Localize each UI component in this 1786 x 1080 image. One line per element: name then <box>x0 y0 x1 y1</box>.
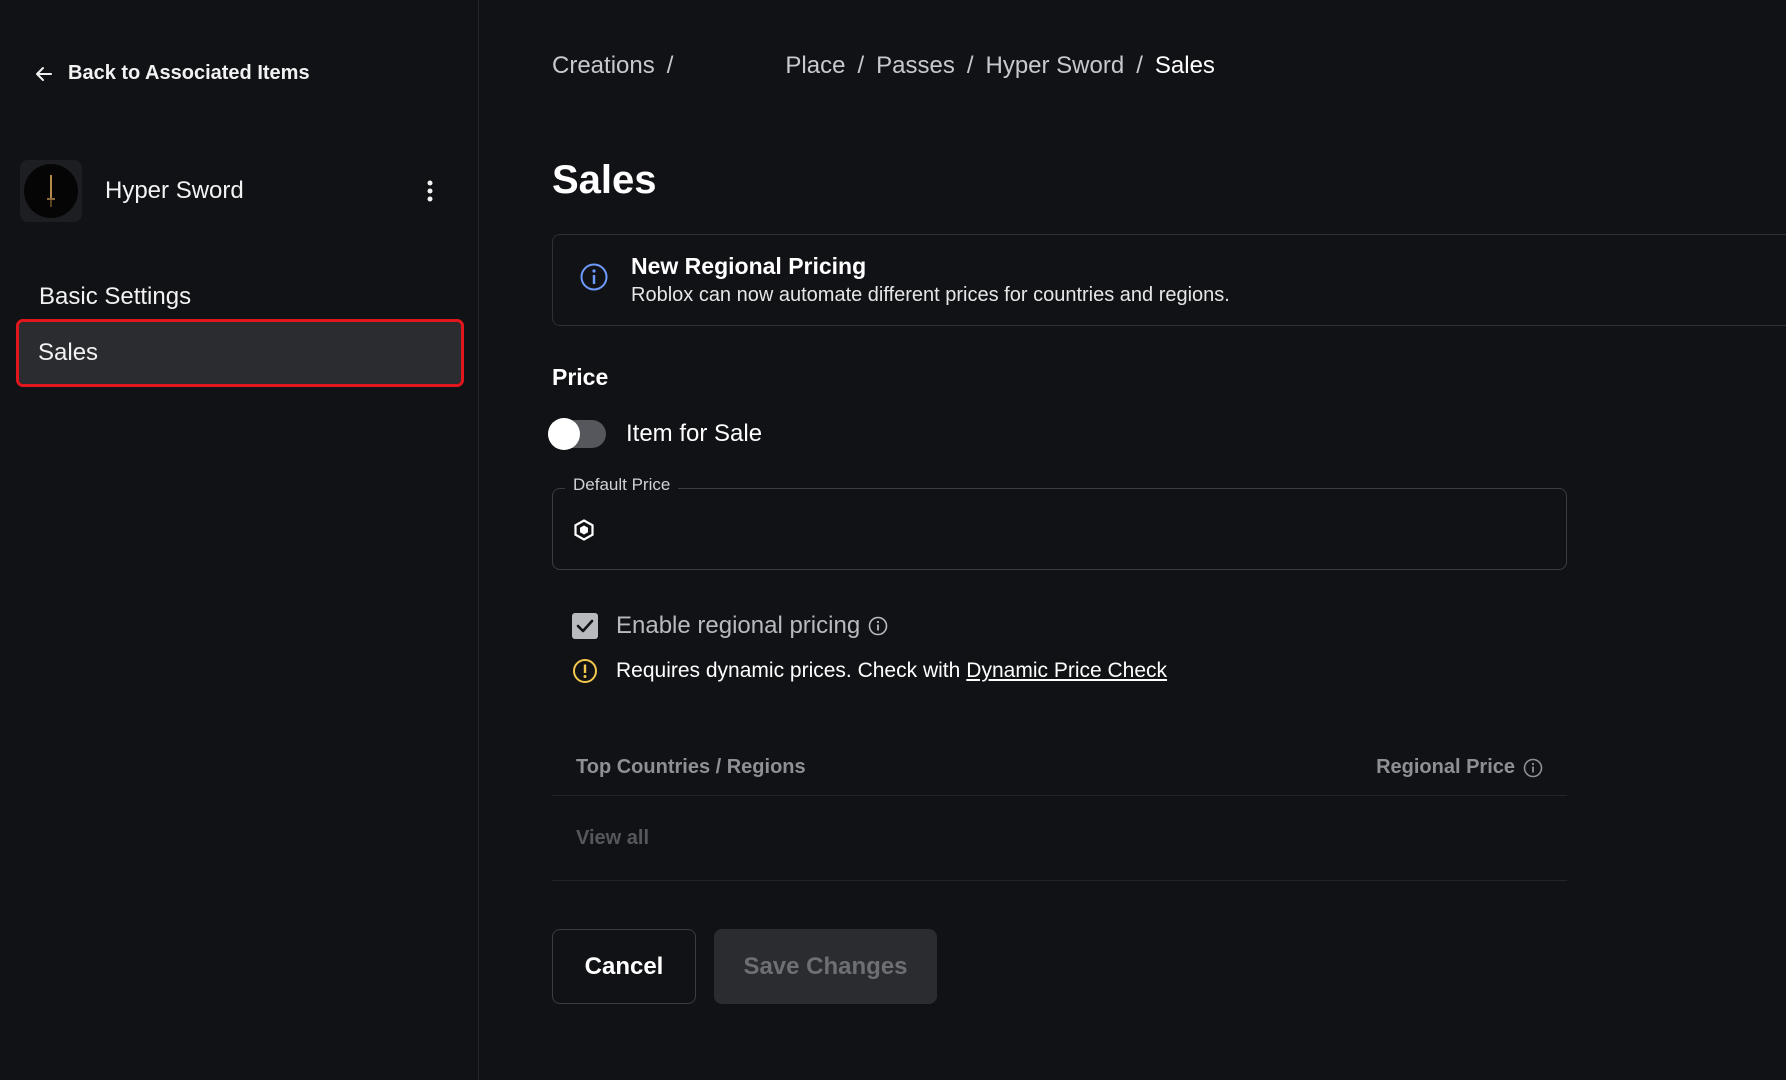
view-all-link[interactable]: View all <box>576 827 649 850</box>
regional-price-label: Regional Price <box>1376 756 1515 778</box>
breadcrumb: Creations / Place / Passes / Hyper Sword… <box>552 52 1215 80</box>
column-header-countries: Top Countries / Regions <box>576 756 806 778</box>
table-row: View all <box>552 797 1567 881</box>
item-for-sale-row: Item for Sale <box>548 418 763 450</box>
regional-pricing-row: Enable regional pricing <box>572 612 888 640</box>
breadcrumb-hyper-sword[interactable]: Hyper Sword <box>985 52 1124 80</box>
robux-icon <box>574 519 594 541</box>
breadcrumb-separator: / <box>666 52 674 79</box>
item-name: Hyper Sword <box>105 177 244 204</box>
save-changes-button[interactable]: Save Changes <box>714 929 937 1004</box>
price-section-label: Price <box>552 364 609 390</box>
warning-icon <box>573 659 597 683</box>
back-link-label: Back to Associated Items <box>68 62 310 84</box>
cancel-button[interactable]: Cancel <box>552 929 696 1004</box>
item-thumbnail <box>20 160 82 222</box>
item-for-sale-toggle[interactable] <box>548 418 606 450</box>
arrow-left-icon <box>36 66 52 81</box>
item-header: Hyper Sword <box>20 160 450 222</box>
breadcrumb-creations[interactable]: Creations <box>552 52 655 80</box>
breadcrumb-place[interactable]: Place <box>785 52 845 80</box>
regional-table-header: Top Countries / Regions Regional Price <box>552 740 1567 796</box>
column-header-regional-price: Regional Price <box>1376 756 1543 779</box>
regional-pricing-banner: New Regional Pricing Roblox can now auto… <box>552 234 1786 326</box>
default-price-field: Default Price <box>552 475 1567 570</box>
main-content: Creations / Place / Passes / Hyper Sword… <box>548 0 1786 1080</box>
banner-title: New Regional Pricing <box>631 253 867 279</box>
sidebar-item-basic-settings[interactable]: Basic Settings <box>20 268 460 326</box>
sidebar-item-sales[interactable]: Sales <box>16 319 464 387</box>
page-title: Sales <box>552 158 657 202</box>
dynamic-price-warning: Requires dynamic prices. Check with Dynam… <box>572 658 1167 684</box>
banner-text: Roblox can now automate different prices… <box>631 284 1230 306</box>
breadcrumb-sales: Sales <box>1154 52 1215 79</box>
more-options-button[interactable] <box>418 171 442 211</box>
sidebar: Back to Associated Items Hyper Sword Bas… <box>0 0 479 1080</box>
app: Back to Associated Items Hyper Sword Bas… <box>0 0 1786 1080</box>
info-icon <box>580 263 608 291</box>
breadcrumb-separator: / <box>857 52 865 79</box>
sword-icon <box>47 175 55 207</box>
breadcrumb-separator: / <box>966 52 974 79</box>
more-vertical-icon <box>427 180 433 202</box>
enable-regional-pricing-label: Enable regional pricing <box>616 612 861 639</box>
checkmark-icon <box>576 619 594 633</box>
breadcrumb-separator: / <box>1136 52 1143 79</box>
toggle-knob <box>548 418 580 450</box>
info-icon[interactable] <box>1523 758 1543 778</box>
warning-message: Requires dynamic prices. Check with <box>616 659 961 682</box>
enable-regional-pricing-checkbox[interactable] <box>572 613 598 639</box>
default-price-label: Default Price <box>565 475 679 495</box>
dynamic-price-check-link[interactable]: Dynamic Price Check <box>966 659 1167 682</box>
breadcrumb-passes[interactable]: Passes <box>876 52 955 80</box>
default-price-input[interactable] <box>609 507 1509 551</box>
item-for-sale-label: Item for Sale <box>626 420 763 447</box>
info-icon[interactable] <box>868 616 888 636</box>
warning-text: Requires dynamic prices. Check with Dynam… <box>616 659 1167 683</box>
back-to-associated-items-link[interactable]: Back to Associated Items <box>34 62 310 85</box>
